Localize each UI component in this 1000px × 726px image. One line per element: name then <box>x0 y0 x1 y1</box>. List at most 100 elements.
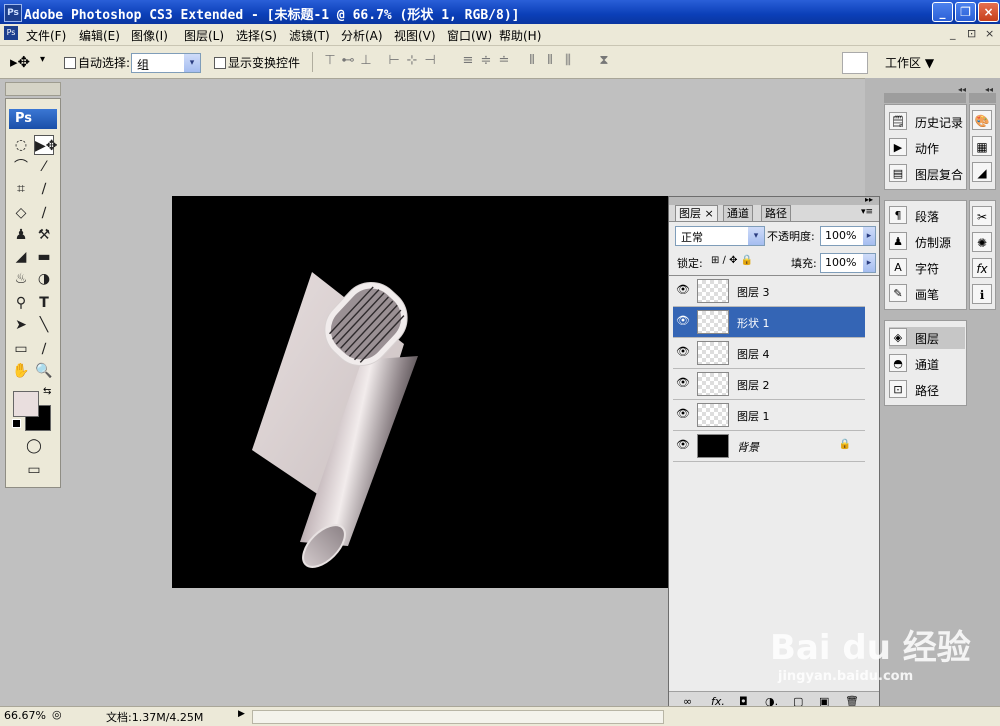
dock-item-actions[interactable]: ▶ 动作 <box>889 137 964 159</box>
dock-item-clone-source[interactable]: ♟ 仿制源 <box>889 231 964 253</box>
dock-header[interactable] <box>969 93 996 103</box>
close-icon[interactable]: × <box>705 207 714 220</box>
menu-edit[interactable]: 编辑(E) <box>79 27 120 44</box>
menu-window[interactable]: 窗口(W) <box>447 27 492 44</box>
layer-row-selected[interactable]: 👁 形状 1 <box>673 307 865 338</box>
minimize-button[interactable]: _ <box>932 2 953 22</box>
toolbox-header[interactable] <box>5 82 61 96</box>
chevron-right-icon[interactable]: ▸ <box>863 254 875 272</box>
horizontal-scrollbar[interactable] <box>252 710 664 724</box>
panel-menu-icon[interactable]: ▾≡ <box>861 207 873 217</box>
screen-mode-icon[interactable]: ▭ <box>24 460 44 480</box>
crop-tool-icon[interactable]: ⌗ <box>11 179 31 199</box>
info-icon[interactable]: ℹ <box>972 284 992 304</box>
color-palette-icon[interactable]: 🎨 <box>972 110 992 130</box>
dock-item-character[interactable]: A 字符 <box>889 257 964 279</box>
doc-restore-button[interactable]: ⊡ <box>967 27 976 40</box>
blur-tool-icon[interactable]: ♨ <box>11 269 31 289</box>
layer-row[interactable]: 👁 图层 1 <box>673 400 865 431</box>
align-hcenter-icon[interactable]: ⊹ <box>404 53 420 69</box>
opacity-field[interactable]: 100% ▸ <box>820 226 876 246</box>
eye-icon[interactable]: 👁 <box>675 314 691 328</box>
dock-item-paths[interactable]: ⊡ 路径 <box>889 379 964 401</box>
move-tool-preset-icon[interactable]: ▸✥ <box>10 53 30 71</box>
dodge-tool-icon[interactable]: ◑ <box>34 269 54 289</box>
hand-tool-icon[interactable]: ✋ <box>11 361 31 381</box>
history-brush-tool-icon[interactable]: ⚒ <box>34 225 54 245</box>
align-vcenter-icon[interactable]: ⊷ <box>340 53 356 69</box>
collapse-icon[interactable]: ▸▸ <box>865 195 873 204</box>
styles-icon[interactable]: fx <box>972 258 992 278</box>
eye-icon[interactable]: 👁 <box>675 283 691 297</box>
path-selection-tool-icon[interactable]: ➤ <box>11 315 31 335</box>
show-transform-checkbox[interactable] <box>214 57 226 69</box>
navigator-icon[interactable]: ✺ <box>972 232 992 252</box>
eyedropper-tool-icon[interactable]: ∕ <box>34 339 54 359</box>
tool-presets-icon[interactable]: ✂ <box>972 206 992 226</box>
restore-button[interactable]: ❐ <box>955 2 976 22</box>
chevron-right-icon[interactable]: ▸ <box>863 227 875 245</box>
eye-icon[interactable]: 👁 <box>675 376 691 390</box>
dock-header[interactable] <box>884 93 966 103</box>
layers-panel-header[interactable] <box>669 197 879 205</box>
document-icon[interactable]: Ps <box>4 26 18 40</box>
zoom-tool-icon[interactable]: 🔍 <box>34 361 54 381</box>
menu-help[interactable]: 帮助(H) <box>499 27 541 44</box>
document-canvas[interactable] <box>172 196 668 588</box>
layer-row-background[interactable]: 👁 背景 🔒 <box>673 431 865 462</box>
swap-colors-icon[interactable]: ⇆ <box>43 386 51 397</box>
status-menu-arrow-icon[interactable]: ▶ <box>238 709 245 719</box>
zoom-level[interactable]: 66.67% <box>4 709 46 722</box>
brush-tool-icon[interactable]: ∕ <box>34 203 54 223</box>
tab-layers[interactable]: 图层 × <box>675 205 718 222</box>
lock-options-icons[interactable]: ⊞ ∕ ✥ 🔒 <box>711 255 753 266</box>
slice-tool-icon[interactable]: ∕ <box>34 179 54 199</box>
dock-item-paragraph[interactable]: ¶ 段落 <box>889 205 964 227</box>
dock-item-history[interactable]: 🗒 历史记录 <box>889 111 964 133</box>
clone-stamp-tool-icon[interactable]: ♟ <box>11 225 31 245</box>
menu-image[interactable]: 图像(I) <box>131 27 168 44</box>
fill-field[interactable]: 100% ▸ <box>820 253 876 273</box>
doc-minimize-button[interactable]: _ <box>950 27 956 40</box>
workspace-menu-button[interactable]: 工作区 ▼ <box>885 54 934 71</box>
menu-view[interactable]: 视图(V) <box>394 27 436 44</box>
tab-paths[interactable]: 路径 <box>761 205 791 222</box>
title-bar[interactable]: Ps Adobe Photoshop CS3 Extended - [未标题-1… <box>0 0 1000 24</box>
align-left-icon[interactable]: ⊢ <box>386 53 402 69</box>
menu-analysis[interactable]: 分析(A) <box>341 27 383 44</box>
menu-layer[interactable]: 图层(L) <box>184 27 224 44</box>
dock-item-brushes[interactable]: ✎ 画笔 <box>889 283 964 305</box>
layer-row[interactable]: 👁 图层 4 <box>673 338 865 369</box>
gradient-tool-icon[interactable]: ▬ <box>34 247 54 267</box>
menu-filter[interactable]: 滤镜(T) <box>289 27 330 44</box>
layer-row[interactable]: 👁 图层 2 <box>673 369 865 400</box>
close-button[interactable]: × <box>978 2 999 22</box>
workspace-mode-icon[interactable] <box>842 52 868 74</box>
eye-icon[interactable]: 👁 <box>675 345 691 359</box>
distribute-bottom-icon[interactable]: ≐ <box>496 53 512 69</box>
auto-select-checkbox[interactable] <box>64 57 76 69</box>
tool-preset-dropdown-icon[interactable]: ▾ <box>40 54 45 65</box>
lasso-tool-icon[interactable]: ⌒ <box>11 157 31 177</box>
menu-select[interactable]: 选择(S) <box>236 27 277 44</box>
quick-mask-icon[interactable]: ◯ <box>24 436 44 456</box>
navigator-status-icon[interactable]: ◎ <box>52 708 62 721</box>
distribute-vcenter-icon[interactable]: ≑ <box>478 53 494 69</box>
ps-badge[interactable]: Ps <box>9 109 57 129</box>
dock-item-channels[interactable]: ◓ 通道 <box>889 353 964 375</box>
auto-align-icon[interactable]: ⧗ <box>596 53 612 69</box>
marquee-tool-icon[interactable]: ◌ <box>11 135 31 155</box>
dock-item-layer-comps[interactable]: ▤ 图层复合 <box>889 163 964 185</box>
move-tool-icon[interactable]: ▶✥ <box>34 135 58 155</box>
align-right-icon[interactable]: ⊣ <box>422 53 438 69</box>
notes-tool-icon[interactable]: ▭ <box>11 339 31 359</box>
dock-item-layers[interactable]: ◈ 图层 <box>889 327 965 349</box>
align-bottom-icon[interactable]: ⊥ <box>358 53 374 69</box>
distribute-right-icon[interactable]: ⫼ <box>560 53 576 69</box>
pen-tool-icon[interactable]: ⚲ <box>11 293 31 313</box>
doc-close-button[interactable]: × <box>985 27 994 40</box>
eye-icon[interactable]: 👁 <box>675 438 691 452</box>
blend-mode-dropdown[interactable]: 正常 ▾ <box>675 226 765 246</box>
distribute-left-icon[interactable]: ⫴ <box>524 53 540 69</box>
auto-select-dropdown[interactable]: 组 ▾ <box>131 53 201 73</box>
